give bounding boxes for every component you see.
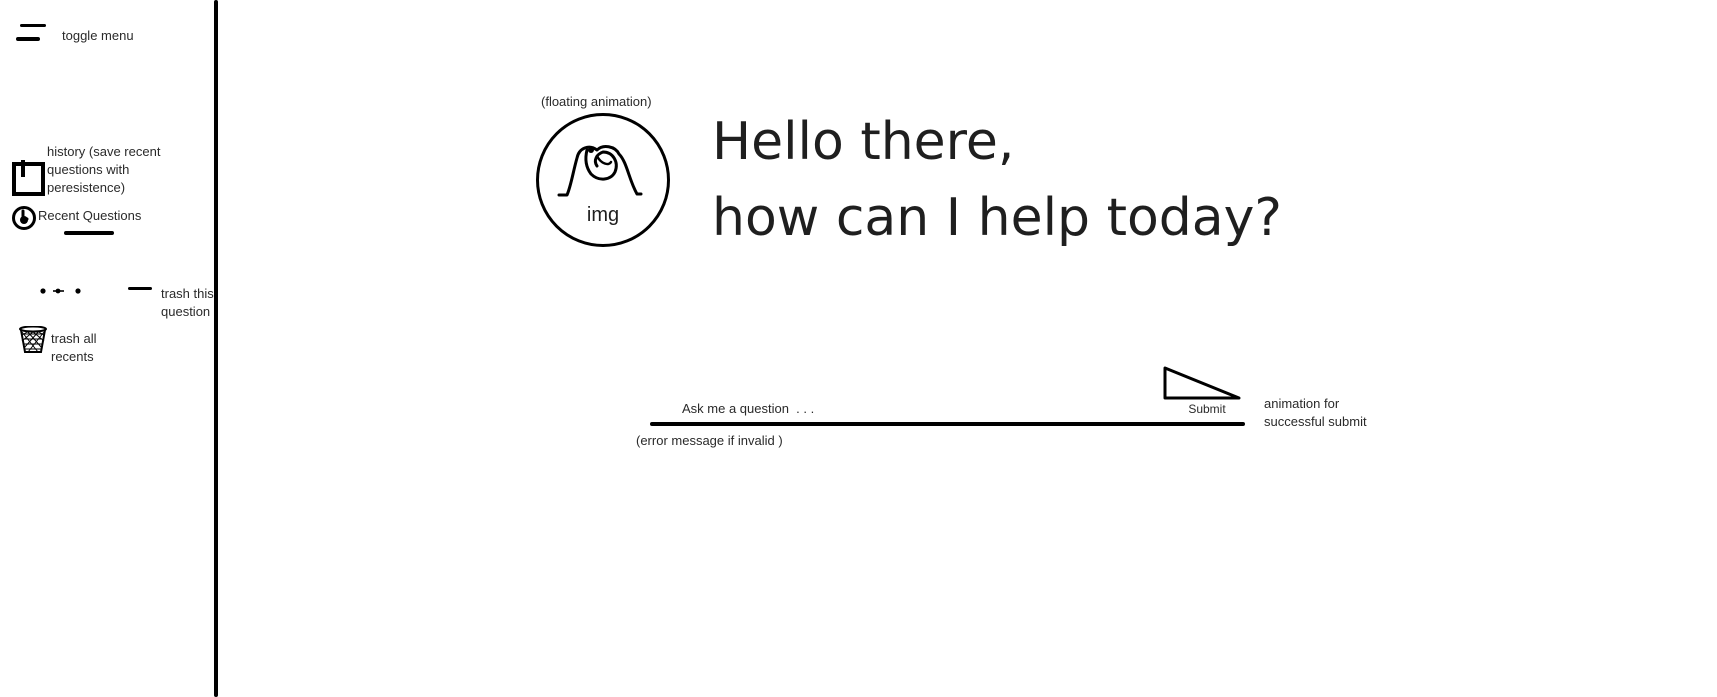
greeting-line: Hello there, <box>712 112 1015 172</box>
recent-question-item[interactable] <box>36 283 156 299</box>
trash-this-note-line: trash this <box>161 286 214 301</box>
submit-animation-note-line: successful submit <box>1264 414 1367 429</box>
submit-label: Submit <box>1188 402 1226 416</box>
avatar-label: img <box>586 204 620 226</box>
wastebasket-icon <box>19 325 47 353</box>
ellipsis-icon <box>40 288 81 294</box>
submit-button[interactable]: Submit <box>1150 362 1241 418</box>
history-button[interactable] <box>12 160 46 196</box>
avatar-animation-note: (floating animation) <box>541 94 652 109</box>
trash-all-button[interactable] <box>18 325 48 354</box>
clock-icon <box>11 205 37 236</box>
recent-questions-divider <box>64 231 114 235</box>
send-triangle-icon <box>1163 366 1241 400</box>
history-note-line: history (save recent <box>47 144 161 159</box>
trash-all-note-line: trash all <box>51 331 97 346</box>
question-underline <box>650 422 1245 426</box>
toggle-menu-label: toggle menu <box>62 28 134 43</box>
recent-questions-label: Recent Questions <box>38 208 142 223</box>
history-note-line: questions with <box>47 162 130 177</box>
toggle-menu-button[interactable] <box>16 22 50 44</box>
assistant-avatar: img <box>536 113 670 247</box>
submit-animation-note: animation for successful submit <box>1264 395 1444 431</box>
history-note: history (save recent questions with pere… <box>47 143 217 197</box>
trash-this-note-line: question <box>161 304 211 319</box>
trash-question-button[interactable] <box>126 283 154 295</box>
submit-animation-note-line: animation for <box>1264 396 1340 411</box>
bookmark-icon <box>12 160 45 196</box>
history-note-line: peresistence) <box>47 180 126 195</box>
sidebar-divider <box>214 0 218 697</box>
trash-all-note-line: recents <box>51 349 94 364</box>
dash-icon <box>128 287 152 290</box>
assistant-face-icon <box>557 145 643 197</box>
trash-this-note: trash this question <box>161 285 221 321</box>
error-message-note: (error message if invalid ) <box>636 433 783 448</box>
sidebar: toggle menu history (save recent questio… <box>0 0 214 697</box>
greeting-line: how can I help today? <box>712 188 1283 248</box>
trash-all-note: trash all recents <box>51 330 151 366</box>
greeting-heading: Hello there, how can I help today? <box>712 104 1282 256</box>
hamburger-menu-icon <box>16 22 50 44</box>
